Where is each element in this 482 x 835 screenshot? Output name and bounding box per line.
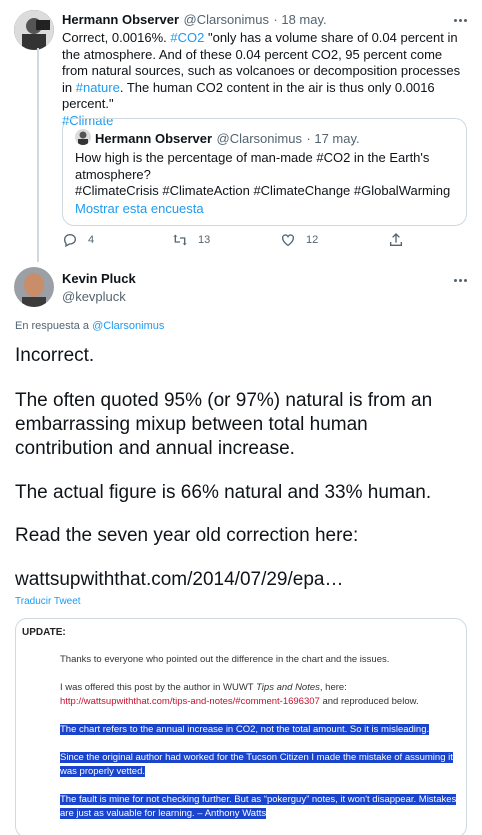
snapshot-highlight1: The chart refers to the annual increase … [60,724,430,735]
avatar-image [14,267,54,307]
tweet2-link[interactable]: wattsupwiththat.com/2014/07/29/epa… [15,568,343,592]
hashtag-co2[interactable]: #CO2 [170,30,204,45]
tweet2-header: Kevin Pluck @kevpluck [62,271,136,304]
tweet1-header: Hermann Observer @Clarsonimus · 18 may. [62,11,327,29]
like-count: 12 [306,234,319,246]
hashtag-nature[interactable]: #nature [76,80,120,95]
heart-icon [282,234,294,247]
tweet2-author-handle[interactable]: @kevpluck [62,289,136,304]
reply-to-handle[interactable]: @Clarsonimus [92,320,164,332]
quoted-tweet[interactable]: Hermann Observer @Clarsonimus · 17 may. … [62,118,467,226]
reply-button[interactable]: 4 [62,232,94,248]
attached-image[interactable]: UPDATE: Thanks to everyone who pointed o… [15,618,467,835]
reply-icon [63,233,77,248]
like-button[interactable]: 12 [280,232,318,248]
reply-count: 4 [88,234,95,246]
snapshot-line1: Thanks to everyone who pointed out the d… [60,654,390,665]
tweet2-more-icon[interactable] [450,270,470,290]
tweet2-p3: The actual figure is 66% natural and 33%… [15,482,432,503]
snapshot-line3: http://wattsupwiththat.com/tips-and-note… [60,696,419,707]
share-icon [390,233,402,246]
quote-author-handle: @Clarsonimus [216,131,302,146]
quote-date: · 17 may. [306,131,360,146]
tweet1-more-icon[interactable] [450,10,470,30]
avatar-image [14,10,54,50]
snapshot-highlight2: Since the original author had worked for… [60,752,453,777]
tweet2-p4: Read the seven year old correction here: [15,525,359,546]
tweet1-date[interactable]: · 18 may. [273,12,326,27]
translate-tweet-link[interactable]: Traducir Tweet [15,596,81,607]
retweet-count: 13 [198,234,211,246]
avatar-kevin[interactable] [14,267,54,307]
tweet1-author-handle[interactable]: @Clarsonimus [184,12,269,27]
quote-author-name: Hermann Observer [95,131,213,146]
thread-line [37,48,39,262]
retweet-button[interactable]: 13 [172,232,210,248]
show-poll-link[interactable]: Mostrar esta encuesta [75,201,204,216]
share-button[interactable] [388,232,404,248]
tweet2-author-name[interactable]: Kevin Pluck [62,271,136,286]
tweet2-p2: The often quoted 95% (or 97%) natural is… [15,390,433,459]
snapshot-update-label: UPDATE: [22,627,66,638]
snapshot-highlight3: The fault is mine for not checking furth… [60,794,457,819]
avatar-hermann[interactable] [14,10,54,50]
tweet1-text: Correct, 0.0016%. #CO2 "only has a volum… [62,30,461,128]
quote-avatar [75,129,91,145]
reply-context: En respuesta a @Clarsonimus [15,320,165,332]
quote-text: How high is the percentage of man-made #… [75,150,451,198]
tweet2-p1: Incorrect. [15,345,95,366]
snapshot-line2: I was offered this post by the author in… [60,682,347,693]
quote-header: Hermann Observer @Clarsonimus · 17 may. [95,130,360,148]
tweet1-actions: 4 13 12 [62,232,412,252]
tweet1-author-name[interactable]: Hermann Observer [62,12,179,27]
retweet-icon [173,234,187,246]
